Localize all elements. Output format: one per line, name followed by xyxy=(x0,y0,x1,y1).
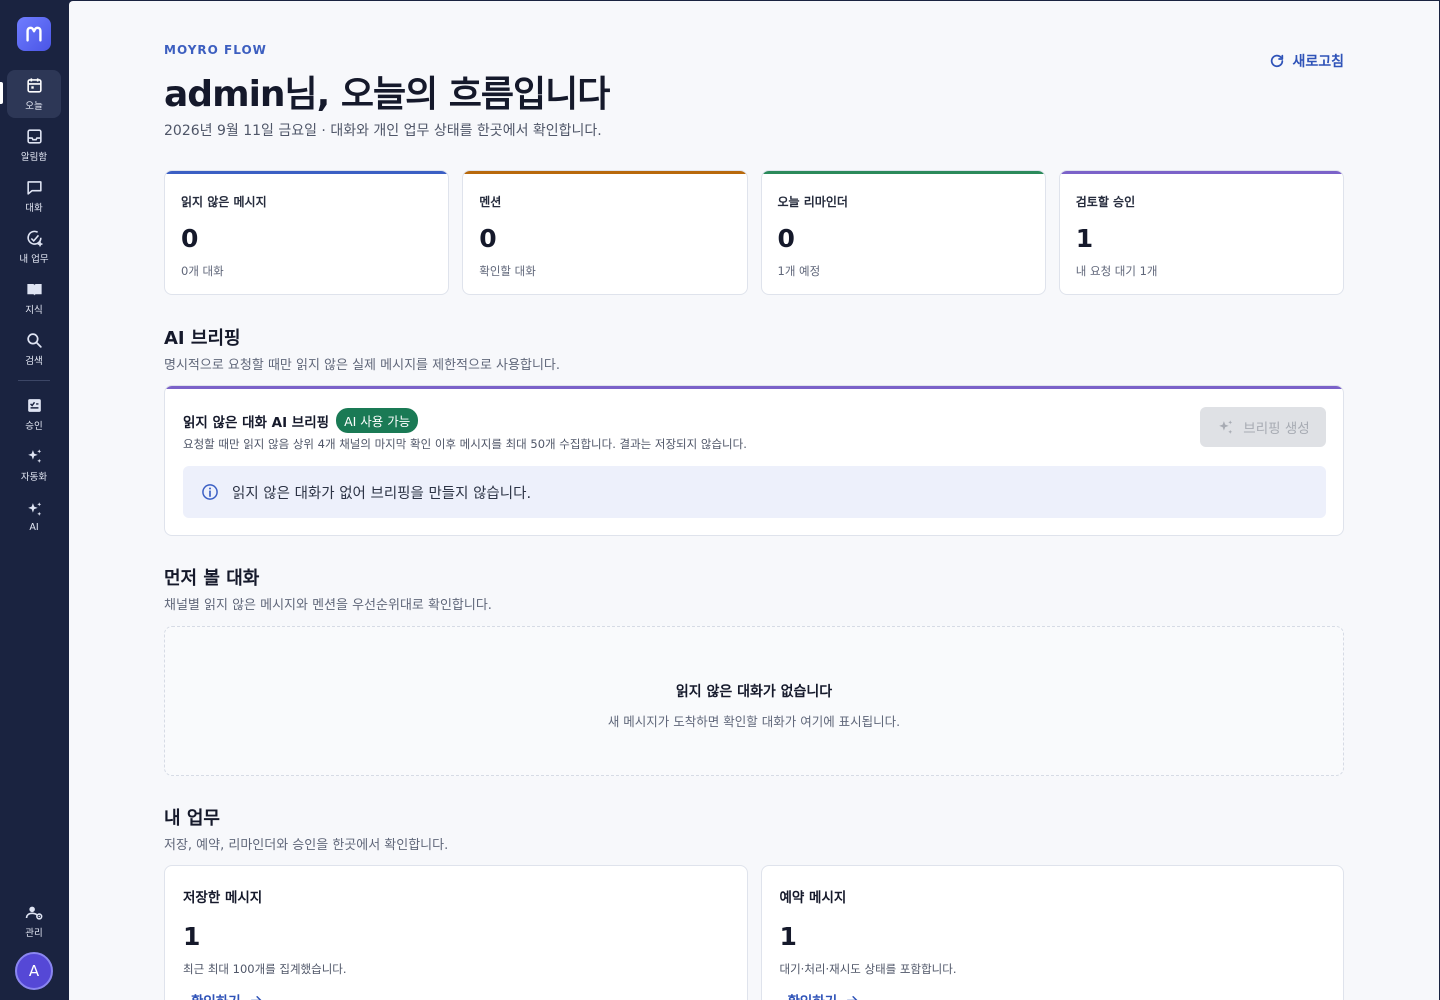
search-icon xyxy=(26,333,42,348)
stat-value: 0 xyxy=(181,224,199,253)
stat-card-approvals[interactable]: 검토할 승인 1 내 요청 대기 1개 xyxy=(1058,170,1344,295)
generate-briefing-button[interactable]: 브리핑 생성 xyxy=(1200,407,1326,447)
task-card-sub: 최근 최대 100개를 집계했습니다. xyxy=(183,962,347,976)
refresh-button[interactable]: 새로고침 xyxy=(1269,50,1344,72)
stat-card-unread[interactable]: 읽지 않은 메시지 0 0개 대화 xyxy=(164,170,450,295)
stat-sub: 확인할 대화 xyxy=(479,264,536,278)
ai-briefing-description: 요청할 때만 읽지 않음 상위 4개 채널의 마지막 확인 이후 메시지를 최대… xyxy=(183,437,747,451)
main-panel: MOYRO FLOW admin님, 오늘의 흐름입니다 2026년 9월 11… xyxy=(69,1,1439,1000)
scheduled-messages-card: 예약 메시지 1 대기·처리·재시도 상태를 포함합니다. 확인하기 xyxy=(760,865,1344,1000)
ai-briefing-card-title: 읽지 않은 대화 AI 브리핑 xyxy=(183,414,330,431)
stat-card-reminders[interactable]: 오늘 리마인더 0 1개 예정 xyxy=(760,170,1046,295)
stats-row: 읽지 않은 메시지 0 0개 대화 멘션 0 확인할 대화 오늘 리마인더 0 … xyxy=(164,170,1344,295)
book-icon xyxy=(26,283,42,296)
saved-messages-card: 저장한 메시지 1 최근 최대 100개를 집계했습니다. 확인하기 xyxy=(164,865,748,1000)
sidebar-item-label: 관리 xyxy=(25,928,43,939)
my-tasks-title: 내 업무 xyxy=(164,808,220,829)
scheduled-messages-link[interactable]: 확인하기 xyxy=(788,990,861,1000)
page-subtitle: 2026년 9월 11일 금요일 · 대화와 개인 업무 상태를 한곳에서 확인… xyxy=(164,123,602,139)
ai-available-badge: AI 사용 가능 xyxy=(336,408,419,433)
sidebar-item-ai[interactable]: AI xyxy=(7,492,61,540)
stat-label: 멘션 xyxy=(479,195,502,209)
sidebar-divider xyxy=(18,380,50,381)
generate-briefing-label: 브리핑 생성 xyxy=(1243,421,1310,437)
sparkle-icon xyxy=(27,501,41,516)
sidebar-item-label: 오늘 xyxy=(25,101,43,112)
sidebar-item-label: 검색 xyxy=(25,356,43,367)
task-card-value: 1 xyxy=(183,922,201,951)
sidebar-item-label: AI xyxy=(29,521,39,533)
refresh-icon xyxy=(1271,54,1284,68)
ai-briefing-title: AI 브리핑 xyxy=(164,328,241,349)
app-logo[interactable] xyxy=(17,17,51,51)
sidebar-item-label: 자동화 xyxy=(20,472,48,483)
info-alert: 읽지 않은 대화가 없어 브리핑을 만들지 않습니다. xyxy=(183,466,1326,518)
task-link-label: 확인하기 xyxy=(788,990,838,1000)
priority-subtitle: 채널별 읽지 않은 메시지와 멘션을 우선순위대로 확인합니다. xyxy=(164,598,492,613)
sidebar-item-label: 내 업무 xyxy=(19,254,49,265)
my-tasks-subtitle: 저장, 예약, 리마인더와 승인을 한곳에서 확인합니다. xyxy=(164,838,449,853)
task-card-title: 저장한 메시지 xyxy=(183,890,263,906)
ai-briefing-subtitle: 명시적으로 요청할 때만 읽지 않은 실제 메시지를 제한적으로 사용합니다. xyxy=(164,358,560,373)
sidebar-item-inbox[interactable]: 알림함 xyxy=(7,121,61,169)
stat-card-mentions[interactable]: 멘션 0 확인할 대화 xyxy=(462,170,748,295)
stat-sub: 1개 예정 xyxy=(777,264,821,278)
stat-sub: 내 요청 대기 1개 xyxy=(1075,264,1158,278)
sidebar-item-today[interactable]: 오늘 xyxy=(0,70,61,118)
priority-title: 먼저 볼 대화 xyxy=(164,568,260,589)
empty-state-title: 읽지 않은 대화가 없습니다 xyxy=(675,683,833,700)
sidebar-item-search[interactable]: 검색 xyxy=(7,325,61,373)
empty-state-subtitle: 새 메시지가 도착하면 확인할 대화가 여기에 표시됩니다. xyxy=(607,713,901,729)
sidebar-item-my-tasks[interactable]: 내 업무 xyxy=(7,223,61,271)
task-cards: 저장한 메시지 1 최근 최대 100개를 집계했습니다. 확인하기 예약 메시… xyxy=(164,865,1344,1000)
check-plus-icon xyxy=(26,230,42,247)
calendar-icon xyxy=(26,78,42,93)
stat-value: 0 xyxy=(777,224,795,253)
task-link-label: 확인하기 xyxy=(191,990,241,1000)
sidebar-item-label: 승인 xyxy=(25,421,43,432)
sidebar-item-approval[interactable]: 승인 xyxy=(7,390,61,438)
empty-state: 읽지 않은 대화가 없습니다 새 메시지가 도착하면 확인할 대화가 여기에 표… xyxy=(164,626,1344,776)
task-card-sub: 대기·처리·재시도 상태를 포함합니다. xyxy=(779,962,957,976)
inbox-icon xyxy=(26,129,42,144)
saved-messages-link[interactable]: 확인하기 xyxy=(191,990,264,1000)
chat-icon xyxy=(26,181,42,195)
sidebar-item-knowledge[interactable]: 지식 xyxy=(7,274,61,322)
info-alert-text: 읽지 않은 대화가 없어 브리핑을 만들지 않습니다. xyxy=(232,485,532,502)
task-card-value: 1 xyxy=(779,922,797,951)
ai-briefing-card: 읽지 않은 대화 AI 브리핑 AI 사용 가능 요청할 때만 읽지 않음 상위… xyxy=(164,385,1344,536)
sparkle-icon xyxy=(1219,419,1233,434)
app-eyebrow: MOYRO FLOW xyxy=(164,43,267,57)
info-icon xyxy=(202,484,218,500)
task-card-title: 예약 메시지 xyxy=(779,890,847,906)
user-avatar[interactable]: A xyxy=(15,952,53,990)
sidebar-item-label: 대화 xyxy=(25,203,43,214)
arrow-right-icon xyxy=(846,995,858,1000)
page-title: admin님, 오늘의 흐름입니다 xyxy=(164,74,610,115)
approval-icon xyxy=(27,399,41,412)
sidebar-item-admin[interactable]: 관리 xyxy=(7,897,61,945)
stat-label: 오늘 리마인더 xyxy=(777,195,848,209)
arrow-right-icon xyxy=(250,995,262,1000)
users-gear-icon xyxy=(25,906,42,920)
sidebar-item-automation[interactable]: 자동화 xyxy=(7,441,61,489)
stat-value: 1 xyxy=(1075,224,1094,253)
sidebar-item-label: 알림함 xyxy=(20,152,48,163)
ai-briefing-header: 읽지 않은 대화 AI 브리핑 AI 사용 가능 xyxy=(183,408,419,433)
stat-value: 0 xyxy=(479,224,497,253)
stat-sub: 0개 대화 xyxy=(181,264,224,278)
sparkle-icon xyxy=(27,449,41,463)
refresh-label: 새로고침 xyxy=(1292,54,1344,70)
stat-label: 읽지 않은 메시지 xyxy=(181,195,267,209)
moyro-logo-icon xyxy=(26,26,42,42)
stat-label: 검토할 승인 xyxy=(1075,195,1136,209)
sidebar-item-label: 지식 xyxy=(25,305,43,316)
sidebar: 오늘 알림함 대화 내 업무 지식 검색 승인 자동화 AI 관리 A xyxy=(0,0,68,1000)
sidebar-item-chat[interactable]: 대화 xyxy=(7,172,61,220)
